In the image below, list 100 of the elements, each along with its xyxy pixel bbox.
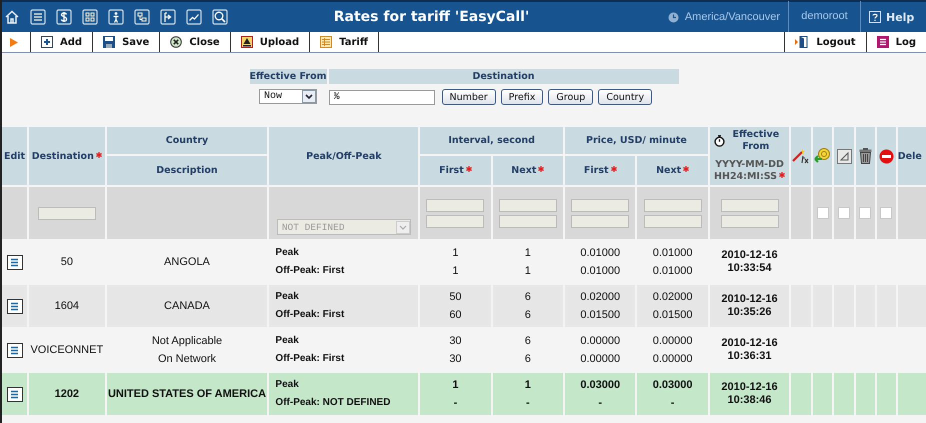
grid-icon[interactable] (82, 9, 98, 25)
stopwatch-icon (714, 135, 725, 147)
input-field[interactable] (426, 198, 484, 212)
table-cell-text: 2010-12-16 (720, 337, 779, 350)
trash-icon (858, 148, 872, 164)
table-cell-text: 1 (451, 378, 460, 393)
edit-button[interactable] (6, 342, 23, 358)
home-icon[interactable] (4, 9, 20, 25)
plus-icon (41, 36, 53, 48)
input-field[interactable] (571, 214, 630, 228)
column-header: First (420, 156, 491, 185)
input-field[interactable] (498, 198, 557, 212)
input-field[interactable] (498, 214, 557, 228)
edit-button[interactable] (6, 254, 23, 270)
table-cell-text: 0.01000 (652, 246, 694, 261)
edit-button[interactable] (6, 386, 23, 402)
table-cell-text: 0.01500 (579, 308, 622, 323)
table-cell-text: 6 (524, 290, 532, 305)
column-header: Dele (898, 127, 926, 185)
column-header: Destination (29, 127, 105, 185)
person-icon[interactable] (108, 9, 124, 25)
branch-icon[interactable] (160, 9, 176, 25)
tree-icon[interactable] (134, 9, 150, 25)
table-cell-text: 0.02000 (579, 290, 622, 305)
list-icon (10, 302, 20, 310)
list-icon[interactable] (30, 9, 46, 25)
table-cell-text: 2010-12-16 (720, 249, 779, 262)
dollar-icon[interactable] (56, 9, 72, 25)
search-by-button[interactable]: Number (442, 89, 496, 105)
table-cell-text: 10:35:26 (726, 306, 773, 319)
table-cell: 1604 (29, 285, 105, 327)
table-cell-text: 0.03000 (652, 378, 694, 393)
checkbox[interactable] (838, 207, 850, 220)
dropdown-icon (396, 220, 410, 234)
edit-button[interactable] (6, 298, 23, 314)
table-cell-text: 0.01500 (652, 308, 694, 323)
table-cell-text: 1 (524, 246, 532, 261)
chart-icon[interactable] (186, 9, 202, 25)
table-cell-text: - (525, 396, 531, 411)
upload-icon (240, 36, 253, 48)
table-cell-text: 60 (448, 308, 463, 323)
destination-field[interactable] (38, 206, 96, 220)
magic-wand-icon (792, 148, 810, 164)
table-cell-text: 6 (524, 308, 532, 323)
table-cell-text: Off-Peak: First (274, 264, 346, 278)
column-header: Edit (2, 127, 28, 185)
table-cell-text: ANGOLA (163, 255, 211, 270)
list-icon (10, 346, 20, 354)
table-cell-text: 30 (448, 352, 463, 367)
table-cell-text: Peak (274, 378, 300, 392)
table-cell-text: 1 (451, 264, 460, 279)
table-cell-text: Off-Peak: First (274, 308, 346, 322)
table-cell-text: 0.00000 (652, 352, 694, 367)
column-header: Next (492, 156, 564, 185)
input-field[interactable] (571, 198, 630, 212)
column-header: Next (637, 156, 708, 185)
table-cell-text: Peak (274, 290, 300, 304)
table-cell-text: - (597, 396, 604, 411)
input-field[interactable] (720, 214, 779, 228)
table-cell-text: 0.00000 (652, 334, 694, 349)
dropdown-icon (302, 90, 316, 103)
checkbox[interactable] (859, 207, 872, 220)
table-cell-text: Off-Peak: NOT DEFINED (274, 396, 392, 410)
table-cell-text: On Network (156, 352, 218, 367)
close-icon (170, 36, 182, 48)
document-icon (836, 148, 852, 164)
help-button[interactable]: Help (861, 10, 914, 24)
input-field[interactable] (720, 198, 779, 212)
input-field[interactable] (426, 214, 484, 228)
document-icon (876, 36, 889, 48)
table-cell-text: 2010-12-16 (720, 381, 779, 394)
checkbox[interactable] (880, 207, 892, 220)
table-cell-text: 10:38:46 (726, 394, 773, 407)
checkbox[interactable] (816, 207, 829, 220)
destination-field[interactable]: % (328, 90, 434, 104)
effective-from-select[interactable]: Now (259, 89, 317, 104)
table-cell-text: Off-Peak: First (274, 352, 346, 366)
search-by-button[interactable]: Country (598, 89, 652, 105)
table-cell-text: 0.02000 (652, 290, 694, 305)
search-by-button[interactable]: Prefix (500, 89, 544, 105)
clock-icon (668, 12, 679, 22)
tariff-button[interactable]: Tariff (309, 32, 379, 52)
search-icon[interactable] (212, 9, 228, 25)
table-cell-text: 0.01000 (652, 264, 694, 279)
table-cell-text: 30 (448, 334, 463, 349)
table-cell-text: 0.01000 (579, 246, 622, 261)
table-cell-text: 1 (524, 264, 532, 279)
table-cell-text: - (452, 396, 458, 411)
play-arrow-icon (10, 38, 18, 47)
table-cell-text: Peak (274, 246, 300, 260)
table-cell-text: UNITED STATES OF AMERICA (106, 387, 268, 402)
table-cell-text: - (670, 396, 676, 411)
column-header: Effective From (250, 69, 326, 84)
input-field[interactable] (644, 214, 702, 228)
input-field[interactable] (644, 198, 702, 212)
table-cell-text: 0.00000 (579, 352, 622, 367)
date-format-label: YYYY-MM-DD HH24:MI:SS (713, 159, 786, 183)
search-by-button[interactable]: Group (548, 89, 594, 105)
coin-arrow-icon (814, 148, 832, 164)
timezone-link[interactable]: America/Vancouver (684, 11, 780, 23)
